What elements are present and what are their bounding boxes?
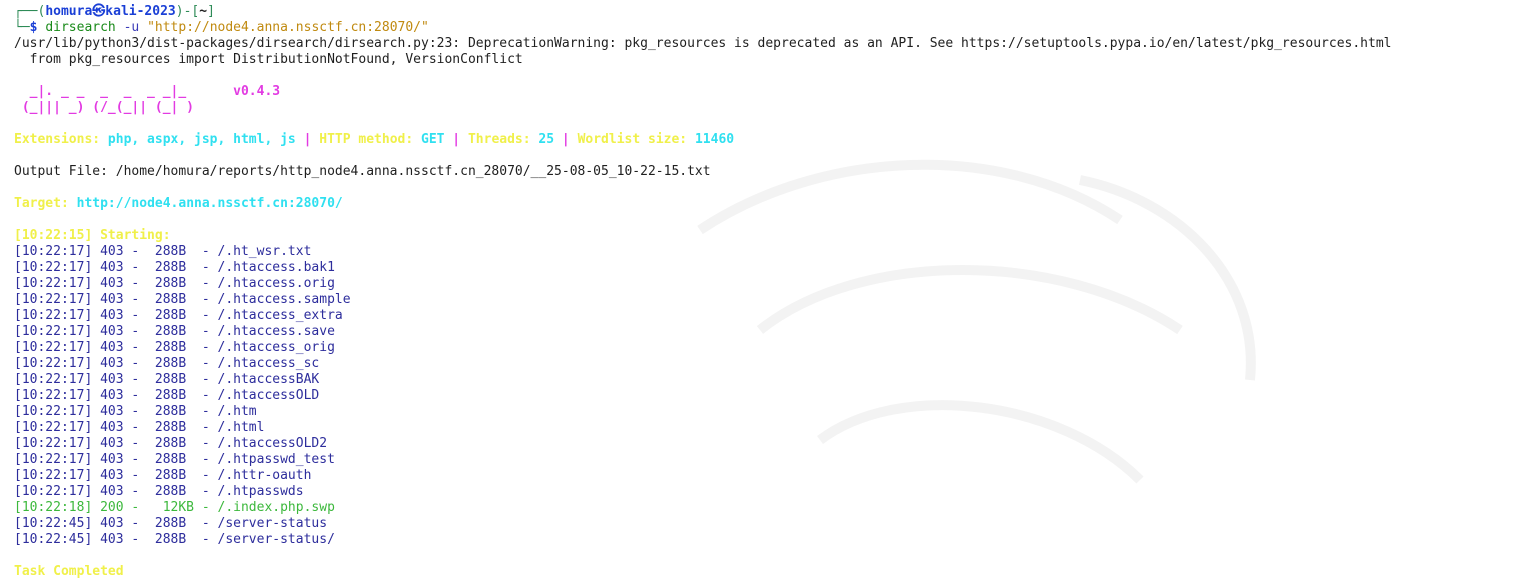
result-row: [10:22:17] 403 - 288B - /.htpasswds	[14, 484, 304, 499]
result-row: [10:22:17] 403 - 288B - /.htaccessOLD2	[14, 436, 328, 451]
prompt-cwd: ~	[199, 4, 208, 19]
extensions-value: php, aspx, jsp, html, js	[107, 132, 296, 147]
result-row: [10:22:17] 403 - 288B - /.htaccess_sc	[14, 356, 320, 371]
config-separator: |	[295, 132, 320, 147]
result-row: [10:22:17] 403 - 288B - /.htaccess.sampl…	[14, 292, 351, 307]
result-row: [10:22:45] 403 - 288B - /server-status	[14, 516, 328, 531]
result-row: [10:22:17] 403 - 288B - /.httr-oauth	[14, 468, 312, 483]
result-row-found: [10:22:18] 200 - 12KB - /.index.php.swp	[14, 500, 335, 515]
prompt-dollar: $	[29, 20, 38, 35]
wordlist-value: 11460	[694, 132, 735, 147]
starting-line: [10:22:15] Starting:	[14, 228, 179, 243]
command-url-arg: "http://node4.anna.nssctf.cn:28070/"	[147, 20, 429, 35]
config-line: Extensions: php, aspx, jsp, html, js | H…	[14, 132, 1522, 148]
task-completed-line: Task Completed	[14, 564, 124, 579]
http-method-value: GET	[421, 132, 445, 147]
target-line: Target: http://node4.anna.nssctf.cn:2807…	[14, 196, 1522, 212]
deprecation-warning: /usr/lib/python3/dist-packages/dirsearch…	[14, 36, 1392, 51]
prompt-line-top: ┌──(homura㉿kali-2023)-[~]	[14, 4, 1522, 20]
banner-art-line-1: _|. _ _ _ _ _ _|_ v0.4.3	[14, 84, 1522, 100]
result-row: [10:22:17] 403 - 288B - /.htaccess_extra	[14, 308, 343, 323]
prompt-frame: ┌──(	[14, 4, 46, 19]
prompt-frame-bottom: └─	[14, 20, 30, 35]
result-row: [10:22:17] 403 - 288B - /.htpasswd_test	[14, 452, 335, 467]
command-line: └─$ dirsearch -u "http://node4.anna.nssc…	[14, 20, 1522, 36]
prompt-at-symbol: ㉿	[92, 4, 106, 19]
terminal-window[interactable]: ┌──(homura㉿kali-2023)-[~] └─$ dirsearch …	[0, 0, 1522, 588]
result-row: [10:22:17] 403 - 288B - /.htaccess.save	[14, 324, 335, 339]
threads-value: 25	[538, 132, 555, 147]
target-label: Target:	[14, 196, 77, 211]
prompt-user: homura	[45, 4, 93, 19]
banner-art: _|. _ _ _ _ _ _|_	[14, 84, 187, 99]
prompt-close-bracket: ]	[207, 4, 215, 19]
banner-version: v0.4.3	[233, 84, 281, 99]
command-name: dirsearch	[45, 20, 116, 35]
prompt-host: kali-2023	[105, 4, 176, 19]
output-file-line: Output File: /home/homura/reports/http_n…	[14, 164, 711, 179]
deprecation-warning-source: from pkg_resources import DistributionNo…	[14, 52, 523, 67]
http-method-label: HTTP method:	[319, 132, 421, 147]
result-row: [10:22:17] 403 - 288B - /.htaccess_orig	[14, 340, 335, 355]
result-row: [10:22:17] 403 - 288B - /.ht_wsr.txt	[14, 244, 312, 259]
command-flag: -u	[123, 20, 140, 35]
result-row: [10:22:17] 403 - 288B - /.htaccess.bak1	[14, 260, 335, 275]
result-row: [10:22:45] 403 - 288B - /server-status/	[14, 532, 335, 547]
extensions-label: Extensions:	[14, 132, 108, 147]
result-row: [10:22:17] 403 - 288B - /.htaccess.orig	[14, 276, 335, 291]
config-separator: |	[554, 132, 578, 147]
result-row: [10:22:17] 403 - 288B - /.htm	[14, 404, 257, 419]
banner-art-line-2: (_||| _) (/_(_|| (_| )	[14, 100, 195, 115]
result-row: [10:22:17] 403 - 288B - /.html	[14, 420, 265, 435]
target-url: http://node4.anna.nssctf.cn:28070/	[76, 196, 343, 211]
threads-label: Threads:	[467, 132, 539, 147]
prompt-separator: )-[	[175, 4, 200, 19]
result-row: [10:22:17] 403 - 288B - /.htaccessBAK	[14, 372, 320, 387]
result-row: [10:22:17] 403 - 288B - /.htaccessOLD	[14, 388, 320, 403]
wordlist-label: Wordlist size:	[577, 132, 695, 147]
config-separator: |	[444, 132, 468, 147]
